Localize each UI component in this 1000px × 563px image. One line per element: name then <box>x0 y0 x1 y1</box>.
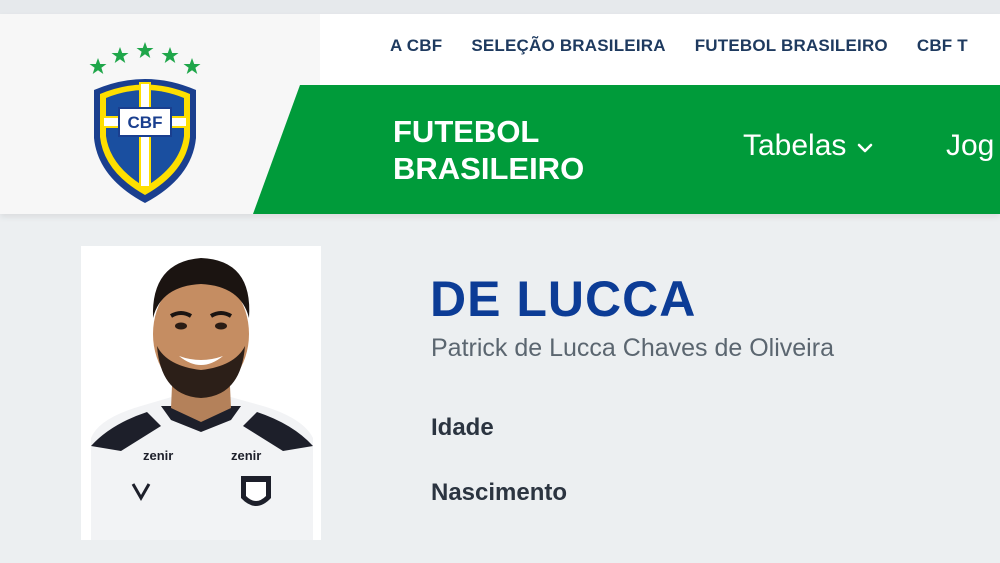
section-title-line1: FUTEBOL <box>393 114 540 149</box>
section-nav-bar: FUTEBOL BRASILEIRO Tabelas Jog <box>253 85 1000 214</box>
cbf-crest-icon: CBF <box>89 42 201 203</box>
player-name: DE LUCCA <box>430 271 697 327</box>
birth-label: Nascimento <box>431 479 568 506</box>
shirt-sponsor-left: zenir <box>143 448 173 463</box>
menu-tabelas[interactable]: Tabelas <box>743 129 874 163</box>
cbf-logo-text: CBF <box>128 113 163 132</box>
browser-top-strip <box>0 0 1000 14</box>
cbf-logo[interactable]: CBF <box>86 38 204 208</box>
top-nav: A CBF SELEÇÃO BRASILEIRA FUTEBOL BRASILEIR… <box>390 36 997 60</box>
section-title-line2: BRASILEIRO <box>393 151 585 186</box>
menu-jogos-label: Jog <box>946 129 995 162</box>
top-nav-item-futebol-brasileiro[interactable]: FUTEBOL BRASILEIRO <box>695 36 888 56</box>
player-full-name: Patrick de Lucca Chaves de Oliveira <box>431 334 834 362</box>
top-nav-item-cbf-truncated[interactable]: CBF T <box>917 36 968 56</box>
top-nav-item-a-cbf[interactable]: A CBF <box>390 36 442 56</box>
chevron-down-icon <box>856 128 874 162</box>
site-header: CBF A CBF SELEÇÃO BRASILEIRA FUTEBOL BRASI… <box>0 14 1000 214</box>
age-label: Idade <box>431 414 494 441</box>
player-photo-image: zenir zenir <box>81 246 321 540</box>
menu-jogos[interactable]: Jog <box>946 129 994 163</box>
player-photo: zenir zenir <box>81 246 321 540</box>
section-title[interactable]: FUTEBOL BRASILEIRO <box>393 113 653 187</box>
shirt-sponsor-right: zenir <box>231 448 261 463</box>
menu-tabelas-label: Tabelas <box>743 129 847 162</box>
top-nav-item-selecao-brasileira[interactable]: SELEÇÃO BRASILEIRA <box>471 36 665 56</box>
